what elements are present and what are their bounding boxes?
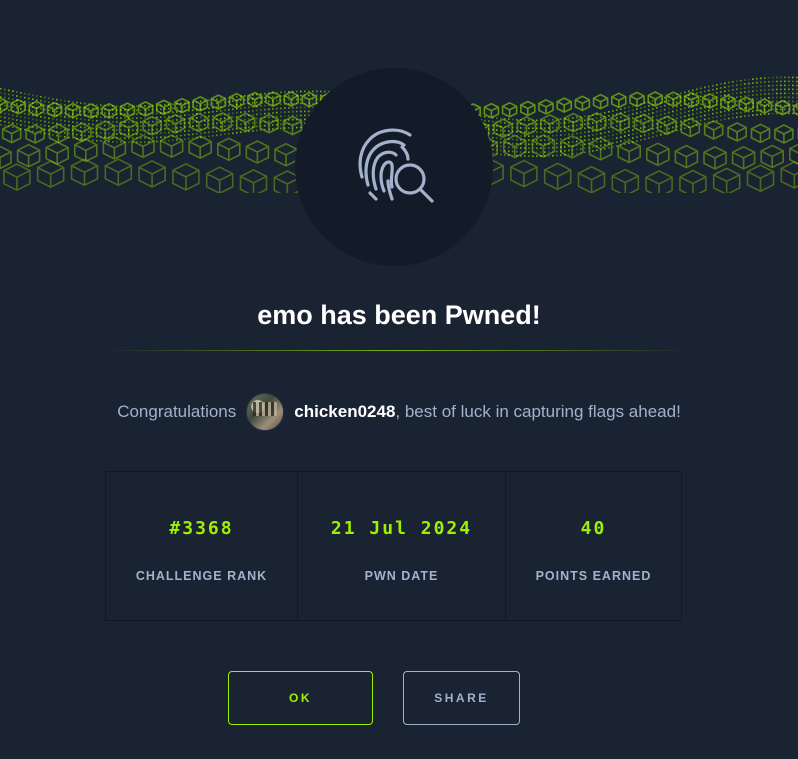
stat-label: POINTS EARNED: [536, 569, 652, 583]
stat-value: 21 Jul 2024: [331, 518, 472, 539]
stat-value: 40: [581, 518, 607, 539]
user-avatar[interactable]: [246, 393, 284, 431]
stat-label: CHALLENGE RANK: [136, 569, 267, 583]
fingerprint-search-icon: [346, 119, 442, 215]
ok-button[interactable]: OK: [228, 671, 373, 725]
stat-value: #3368: [169, 518, 233, 539]
username-link[interactable]: chicken0248: [294, 402, 395, 422]
stat-label: PWN DATE: [365, 569, 439, 583]
challenge-emblem: [295, 68, 493, 266]
page-title: emo has been Pwned!: [0, 300, 798, 331]
congratulations-message: Congratulations chicken0248 , best of lu…: [0, 390, 798, 434]
congrats-prefix: Congratulations: [117, 402, 236, 422]
stat-pwn-date: 21 Jul 2024 PWN DATE: [297, 472, 505, 620]
title-divider: [104, 350, 694, 351]
congrats-suffix: , best of luck in capturing flags ahead!: [395, 402, 680, 422]
stat-points-earned: 40 POINTS EARNED: [505, 472, 681, 620]
stats-panel: #3368 CHALLENGE RANK 21 Jul 2024 PWN DAT…: [105, 471, 682, 621]
stat-challenge-rank: #3368 CHALLENGE RANK: [106, 472, 297, 620]
share-button[interactable]: SHARE: [403, 671, 520, 725]
